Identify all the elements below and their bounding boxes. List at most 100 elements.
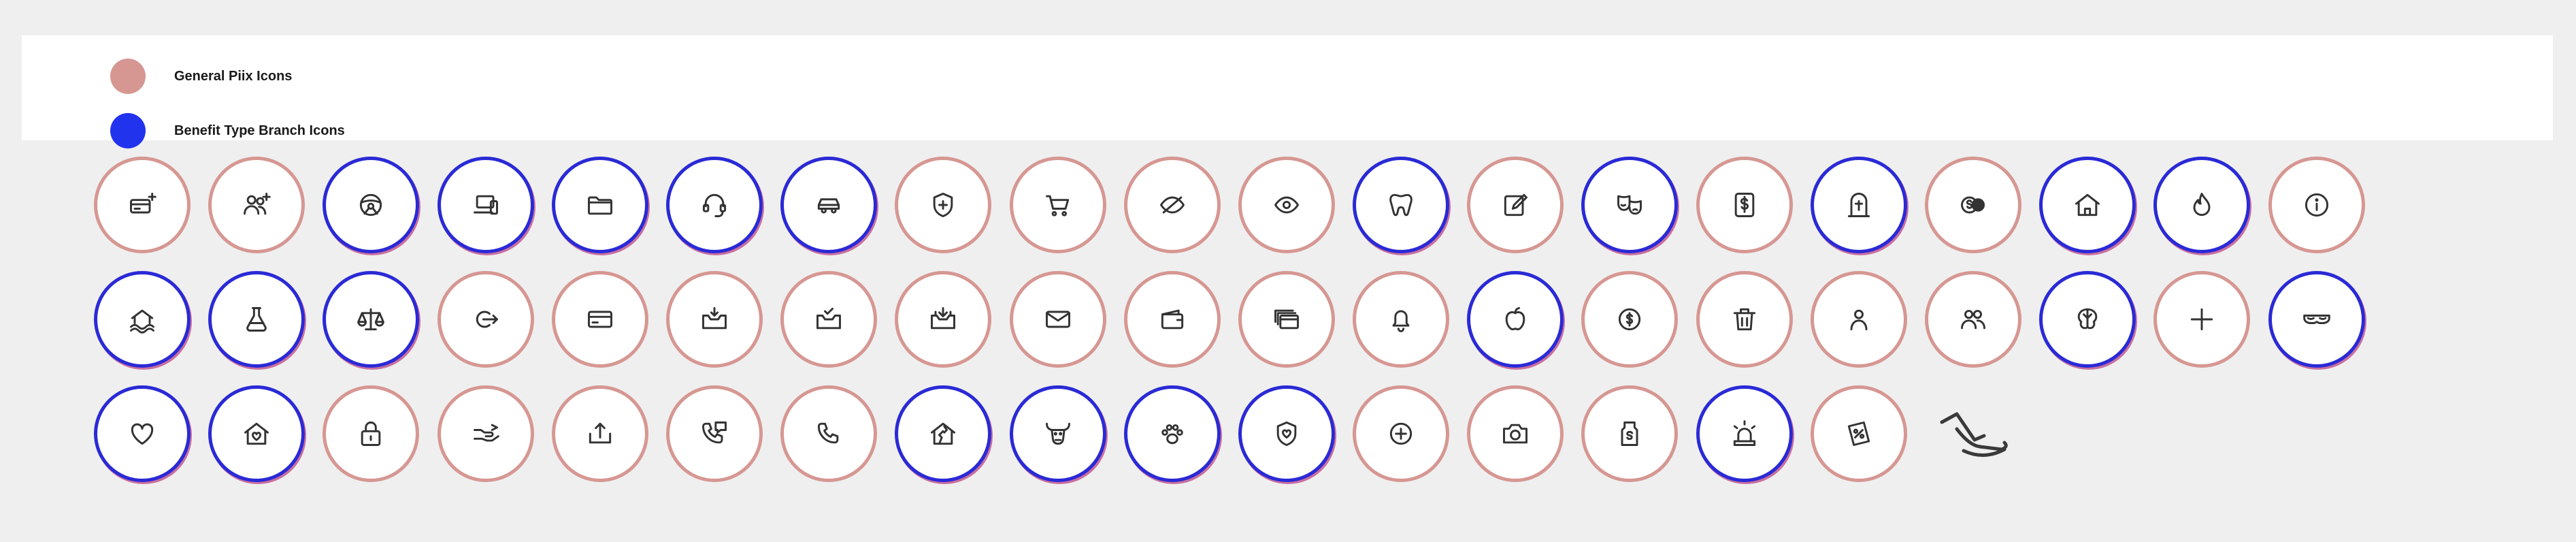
paw-icon <box>1161 424 1183 445</box>
general-ring <box>895 271 992 368</box>
icon-tile <box>1810 271 1907 368</box>
camera-icon <box>1503 424 1528 444</box>
icon-tile <box>551 385 648 482</box>
flask-icon <box>246 307 267 332</box>
tombstone-icon <box>1847 193 1870 217</box>
cards-stack-icon <box>1274 309 1299 330</box>
icon-tile <box>208 157 306 253</box>
headset-icon <box>702 193 726 217</box>
icon-tile <box>437 271 534 368</box>
devices-icon <box>473 195 498 215</box>
general-ring <box>208 157 306 253</box>
legend-label-benefit: Benefit Type Branch Icons <box>174 123 345 138</box>
credit-card-icon <box>587 310 612 328</box>
icon-tile <box>1353 271 1450 368</box>
icon-tile <box>1238 271 1335 368</box>
general-ring <box>1123 271 1221 368</box>
tooth-icon <box>1389 193 1413 217</box>
steering-wheel-icon <box>360 193 382 217</box>
house-heart-icon <box>244 422 269 445</box>
hand-give-icon <box>473 424 499 442</box>
general-ring <box>1810 271 1907 368</box>
mail-check-icon <box>816 307 842 330</box>
plus-thin-icon <box>2191 308 2213 331</box>
legend-swatch-benefit <box>110 113 146 148</box>
icon-tile <box>780 385 878 482</box>
general-ring <box>1696 271 1793 368</box>
cart-icon <box>1045 195 1069 217</box>
benefit-type-ring <box>895 385 992 482</box>
benefit-type-ring <box>1696 385 1793 482</box>
icon-tile <box>1467 385 1564 482</box>
general-ring <box>665 271 763 368</box>
trash-icon <box>1733 308 1755 331</box>
icon-tile <box>2268 157 2365 253</box>
general-ring <box>1353 385 1450 482</box>
benefit-type-ring <box>323 157 420 253</box>
icon-tile <box>1925 271 2021 368</box>
phone-icon <box>817 422 839 444</box>
general-ring <box>437 385 534 482</box>
plus-circle-icon <box>1389 422 1413 445</box>
phone-chat-icon <box>701 421 727 444</box>
benefit-type-ring <box>208 271 306 368</box>
icon-tile <box>437 385 534 482</box>
benefit-type-ring <box>1810 157 1907 253</box>
dollar-document-icon <box>1734 193 1754 217</box>
icon-tile <box>551 157 648 253</box>
icon-tile <box>1581 157 1679 253</box>
heart-shield-icon <box>1276 421 1297 446</box>
benefit-type-ring <box>1238 385 1335 482</box>
legend-label-general: General Piix Icons <box>174 68 293 84</box>
general-ring <box>1353 271 1450 368</box>
icon-tile <box>1123 157 1221 253</box>
discount-tag-icon <box>1847 421 1870 446</box>
logout-icon <box>476 310 498 328</box>
theater-masks-icon <box>1617 195 1642 215</box>
benefit-type-ring <box>208 385 306 482</box>
general-ring <box>1925 271 2021 368</box>
icon-tile <box>1696 385 1793 482</box>
icon-tile <box>2153 271 2251 368</box>
icon-tile <box>665 385 763 482</box>
icon-tile <box>1696 271 1793 368</box>
general-ring <box>94 157 191 253</box>
icon-tile <box>1810 157 1907 253</box>
general-ring <box>665 385 763 482</box>
general-ring <box>1467 157 1564 253</box>
icon-tile <box>665 271 763 368</box>
icon-tile <box>1467 271 1564 368</box>
heart-icon <box>131 423 154 445</box>
benefit-type-ring <box>2039 157 2136 253</box>
brain-icon <box>2077 308 2098 330</box>
wallet-icon <box>1161 309 1183 330</box>
icon-row <box>94 385 2383 482</box>
mail-inbox-icon <box>701 307 727 330</box>
general-ring <box>1810 385 1907 482</box>
legend-panel: General Piix Icons Benefit Type Branch I… <box>22 35 2553 148</box>
legend-item-benefit: Benefit Type Branch Icons <box>110 112 345 150</box>
padlock-icon <box>361 421 381 446</box>
folder-icon <box>587 196 612 215</box>
icon-tile <box>2039 271 2136 368</box>
bell-icon <box>1392 310 1410 332</box>
general-ring <box>2268 157 2365 253</box>
icon-tile <box>895 271 992 368</box>
eye-off-icon <box>1159 196 1185 214</box>
general-ring <box>437 271 534 368</box>
price-tag-icon <box>1621 421 1638 446</box>
benefit-type-ring <box>1353 157 1450 253</box>
info-icon <box>2305 193 2328 217</box>
icon-tile <box>895 157 992 253</box>
benefit-type-ring <box>2039 271 2136 368</box>
icon-tile <box>1123 385 1221 482</box>
dollar-coin-icon <box>1619 308 1641 331</box>
icon-tile <box>94 385 191 482</box>
benefit-type-ring <box>551 157 648 253</box>
icon-tile <box>1009 385 1106 482</box>
icon-tile <box>780 271 878 368</box>
general-ring <box>551 385 648 482</box>
icon-tile <box>895 385 992 482</box>
benefit-type-ring <box>2268 271 2365 368</box>
mask-icon <box>2302 315 2330 324</box>
